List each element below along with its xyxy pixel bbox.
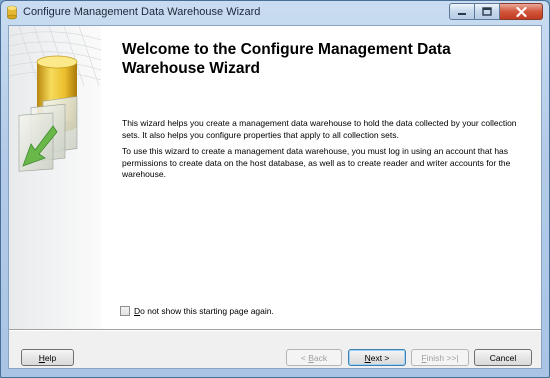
database-wizard-graphic (9, 26, 101, 172)
finish-button[interactable]: Finish >>| (411, 349, 469, 366)
window-title: Configure Management Data Warehouse Wiza… (23, 6, 261, 18)
close-button[interactable] (500, 3, 543, 20)
cancel-button[interactable]: Cancel (474, 349, 532, 366)
dont-show-checkbox[interactable] (120, 306, 130, 316)
dont-show-option[interactable]: Do not show this starting page again. (120, 306, 274, 316)
wizard-content-panel: Welcome to the Configure Management Data… (9, 26, 541, 329)
wizard-side-banner (9, 26, 101, 329)
wizard-heading: Welcome to the Configure Management Data… (122, 41, 451, 77)
dont-show-label[interactable]: Do not show this starting page again. (134, 306, 274, 316)
next-button[interactable]: Next > (348, 349, 406, 366)
wizard-window: Configure Management Data Warehouse Wiza… (0, 0, 550, 378)
help-button[interactable]: Help (21, 349, 74, 366)
database-icon (7, 5, 17, 20)
dialog-client-area: Welcome to the Configure Management Data… (8, 25, 542, 369)
maximize-icon (482, 7, 492, 16)
minimize-button[interactable] (449, 3, 475, 20)
close-icon (515, 6, 527, 17)
caption-buttons (449, 3, 543, 21)
description-paragraph-2: To use this wizard to create a managemen… (122, 146, 511, 179)
maximize-button[interactable] (475, 3, 500, 20)
footer-separator (9, 329, 541, 331)
title-bar[interactable]: Configure Management Data Warehouse Wiza… (1, 1, 549, 25)
minimize-icon (458, 12, 466, 15)
back-button[interactable]: < Back (286, 349, 342, 366)
description-paragraph-1: This wizard helps you create a managemen… (122, 118, 517, 140)
